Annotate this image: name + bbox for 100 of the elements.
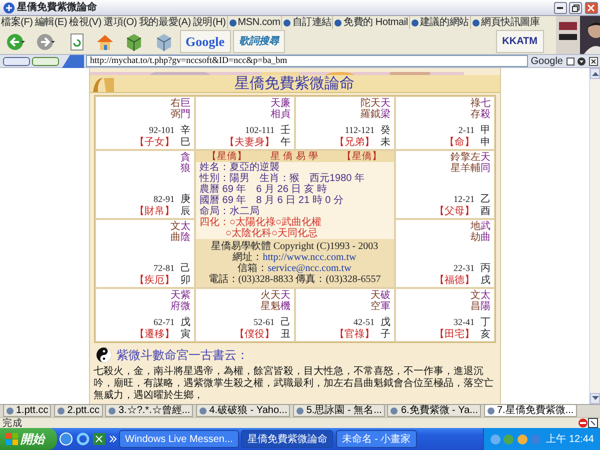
age-range: 22-31 [454, 263, 474, 274]
palace-name: 【父母】 [434, 206, 474, 217]
menu-item[interactable]: 說明(H) [192, 16, 227, 29]
browser-tab[interactable]: 6.免費紫微 - Ya... [387, 404, 481, 417]
dropdown-icon[interactable] [577, 56, 586, 66]
browser-icon[interactable] [59, 432, 73, 446]
heavenly-stem: 甲 [480, 125, 490, 136]
down-arrow-icon [592, 396, 598, 401]
heavenly-stem: 庚 [180, 194, 190, 206]
toolbar-button[interactable] [32, 56, 59, 66]
age-range: 62-71 [154, 317, 174, 328]
palace-name: 【官祿】 [334, 328, 374, 340]
age-range: 12-21 [454, 194, 474, 206]
heavenly-stem: 己 [280, 317, 290, 328]
menu-item[interactable]: 我的最愛(A) [138, 16, 192, 29]
age-range: 92-101 [149, 125, 174, 136]
taskbar-button[interactable]: 未命名 - 小畫家 [336, 430, 417, 448]
heavenly-stem: 丁 [480, 317, 490, 328]
menu-item[interactable]: 選項(O) [102, 16, 138, 29]
star-name: 太陽 [480, 290, 490, 312]
up-arrow-icon [592, 71, 598, 76]
star-name: 天相 [270, 98, 280, 120]
menu-item[interactable]: 檢視(V) [68, 16, 102, 29]
star-name: 天梁 [380, 98, 390, 120]
chart-info-line: 農曆 69 年 6 月 26 日 亥 時 [200, 184, 327, 196]
close-icon[interactable] [588, 56, 598, 66]
earthly-branch: 亥 [480, 328, 490, 340]
palace-name: 【田宅】 [434, 328, 474, 340]
back-icon [6, 32, 28, 52]
star-name: 鈴星 [450, 152, 460, 174]
contact-link[interactable]: http://www.ncc.com.tw [262, 252, 356, 264]
star-name: 地劫 [470, 221, 480, 243]
earthly-branch: 未 [380, 136, 390, 148]
age-range: 112-121 [344, 125, 374, 136]
scroll-up-button[interactable] [590, 68, 600, 79]
phone-text: 電話：(03)328-8833 傳真：(03)328-6557 [208, 274, 381, 286]
star-name: 天鉞 [370, 98, 380, 120]
palace-name: 【福德】 [434, 274, 474, 286]
paragraph: 七殺火，金，南斗將星遇帝，為權，餘宮皆殺，目大性急，不常喜怒，不一作事，進退沉吟，廟旺，有謀略，遇紫微掌生殺之權，武職最利，加左右昌曲魁鉞會合位至極品，落空亡無威力，遇凶曜於生鄉， [94, 366, 494, 402]
earthly-branch: 戌 [480, 274, 490, 286]
star-name: 祿存 [470, 98, 480, 120]
address-bar-tab-icon [62, 54, 84, 68]
menu-item[interactable]: 檔案(F) [0, 16, 34, 29]
app-icon [2, 2, 14, 14]
kkatm-button[interactable]: KKATM [496, 30, 544, 53]
close-button[interactable] [584, 2, 598, 14]
earthly-branch: 辰 [180, 206, 190, 217]
minimize-button[interactable] [554, 2, 566, 14]
scroll-down-button[interactable] [590, 393, 600, 404]
search-engine-label: Google [530, 54, 563, 68]
palace-name: 【兄弟】 [334, 136, 374, 148]
center-header-text: 【星僑】 [207, 151, 248, 162]
palace-name: 【夫妻身】 [224, 136, 274, 148]
taskbar-button[interactable]: Windows Live Messen... [119, 430, 239, 448]
browser-tab[interactable]: 4.破破狼 - Yaho... [196, 404, 290, 417]
star-name: 貪狼 [180, 152, 190, 174]
heavenly-stem: 戊 [380, 317, 390, 328]
browser-tab[interactable]: 3.☆?.*.☆曾經... [105, 404, 194, 417]
star-name: 右弼 [170, 98, 180, 120]
popup-icon [588, 418, 598, 428]
box-icon [154, 32, 174, 52]
center-header-text: 【星僑】 [342, 151, 382, 162]
yin-yang-icon [96, 347, 112, 363]
browser-tab[interactable]: 2.ptt.cc [54, 404, 102, 417]
earthly-branch: 酉 [480, 206, 490, 217]
toolbar-button[interactable] [2, 56, 30, 66]
transformation-line: ○太陰化科○天同化忌 [224, 228, 319, 240]
maximize-button[interactable] [569, 2, 582, 14]
age-range: 72-81 [154, 263, 174, 274]
address-field[interactable]: http://mychat.to/t.php?gv=nccsoft&ID=ncc&p=ba_bm [86, 55, 528, 67]
earthly-branch: 卯 [180, 274, 190, 286]
menu-item[interactable]: 編輯(E) [34, 16, 68, 29]
star-name: 廉貞 [280, 98, 290, 120]
transformation-line: 四化：○太陽化祿○武曲化權 [198, 217, 323, 228]
palace-name: 【遷移】 [134, 328, 174, 340]
earthly-branch: 巳 [180, 136, 190, 148]
chevron-icon[interactable] [108, 434, 116, 444]
chart-info-line: 國曆 69 年 8 月 6 日 21 時 0 分 [198, 195, 344, 206]
forward-icon [36, 32, 58, 52]
browser-tab[interactable]: 7.星僑免費紫微... [484, 404, 577, 417]
clock-text: 上午 12:44 [546, 432, 594, 446]
heavenly-stem: 乙 [480, 194, 490, 206]
age-range: 82-91 [154, 194, 174, 206]
star-name: 天空 [370, 290, 380, 312]
browser-tab[interactable]: 1.ptt.cc [2, 404, 52, 417]
page-icon[interactable] [566, 56, 574, 66]
star-name: 文曲 [170, 221, 180, 243]
spreadsheet-icon[interactable] [92, 432, 106, 446]
palace-name: 【疾厄】 [134, 274, 174, 286]
lyrics-search-button[interactable]: 歌詞搜尋 [233, 30, 285, 53]
google-button[interactable]: Google [180, 30, 230, 53]
taskbar-button[interactable]: 星僑免費紫微論命 [241, 430, 334, 448]
windows-logo-icon [6, 433, 18, 445]
age-range: 2-11 [458, 125, 474, 136]
browser-tab[interactable]: 5.思詠園 - 無名... [292, 404, 385, 417]
star-name: 擎羊 [460, 152, 470, 174]
star-name: 破軍 [380, 290, 390, 312]
contact-label: 信箱： [238, 263, 268, 274]
contact-link[interactable]: service@ncc.com.tw [268, 263, 352, 274]
chart-info-line: 命局：水二局 [198, 206, 260, 218]
